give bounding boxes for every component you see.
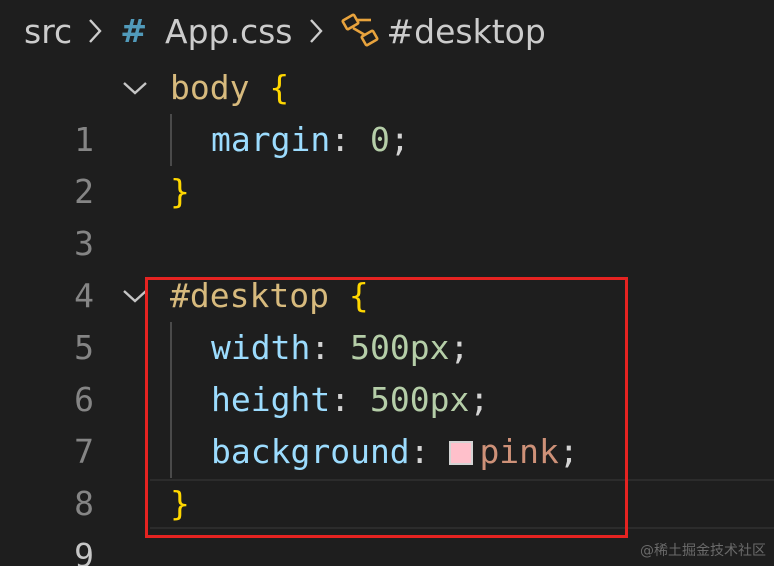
code-content: } (170, 166, 190, 218)
code-line[interactable]: 1 body { (0, 62, 774, 159)
chevron-right-icon (293, 11, 339, 51)
watermark: @稀土掘金技术社区 (640, 543, 766, 559)
css-file-icon: # (120, 12, 147, 50)
line-number: 9 (74, 536, 94, 566)
highlight-annotation-box (145, 277, 628, 538)
fold-chevron-icon[interactable] (120, 62, 150, 114)
open-brace: { (269, 68, 290, 107)
css-selector-symbol-icon (340, 11, 381, 51)
code-line[interactable]: 4 (0, 218, 774, 315)
css-property: margin (211, 120, 331, 159)
code-content: body { (170, 62, 289, 114)
code-content: margin: 0; (211, 114, 410, 166)
css-value: 0 (369, 120, 390, 159)
breadcrumb: src # App.css #desktop (0, 0, 774, 62)
code-line[interactable]: 3 } (0, 166, 774, 263)
breadcrumb-file[interactable]: App.css (165, 12, 293, 51)
breadcrumb-symbol[interactable]: #desktop (387, 12, 546, 51)
css-selector: body (170, 68, 250, 107)
colon: : (330, 120, 351, 159)
chevron-right-icon (72, 11, 118, 51)
semicolon: ; (389, 120, 410, 159)
code-line[interactable]: 2 margin: 0; (0, 114, 774, 211)
close-brace: } (170, 172, 190, 211)
breadcrumb-folder[interactable]: src (24, 12, 72, 51)
